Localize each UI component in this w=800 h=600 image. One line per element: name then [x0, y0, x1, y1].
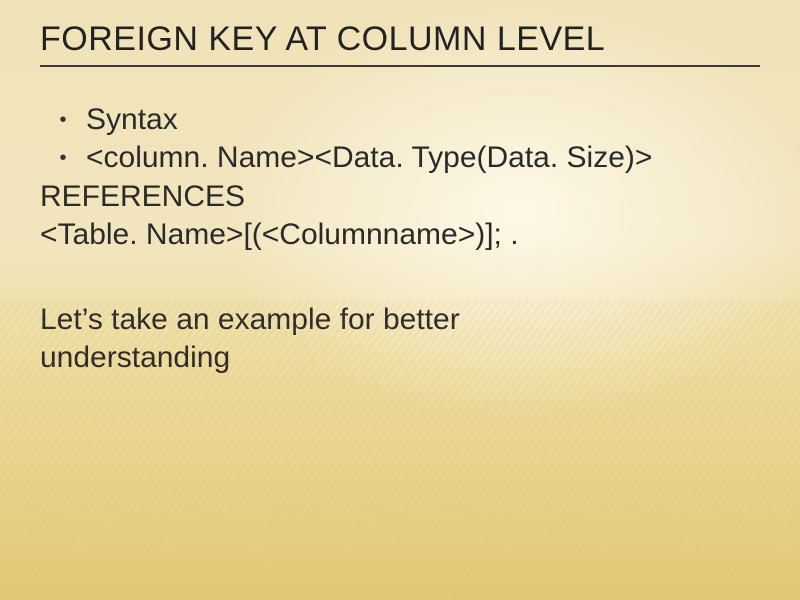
slide-body: • Syntax • <column. Name><Data. Type(Dat… [40, 101, 760, 377]
continuation-line: REFERENCES [40, 178, 760, 216]
bullet-text: <column. Name><Data. Type(Data. Size)> [86, 139, 760, 177]
continuation-line: <Table. Name>[(<Columnname>)]; . [40, 216, 760, 254]
bullet-item: • <column. Name><Data. Type(Data. Size)> [40, 139, 760, 177]
bullet-item: • Syntax [40, 101, 760, 139]
closing-line: Let’s take an example for better [40, 301, 760, 339]
bullet-dot-icon: • [40, 101, 86, 139]
title-underline [40, 65, 760, 67]
bullet-dot-icon: • [40, 139, 86, 177]
bullet-text: Syntax [86, 101, 760, 139]
slide: FOREIGN KEY AT COLUMN LEVEL • Syntax • <… [0, 0, 800, 600]
closing-line: understanding [40, 339, 760, 377]
slide-title: FOREIGN KEY AT COLUMN LEVEL [40, 20, 760, 59]
